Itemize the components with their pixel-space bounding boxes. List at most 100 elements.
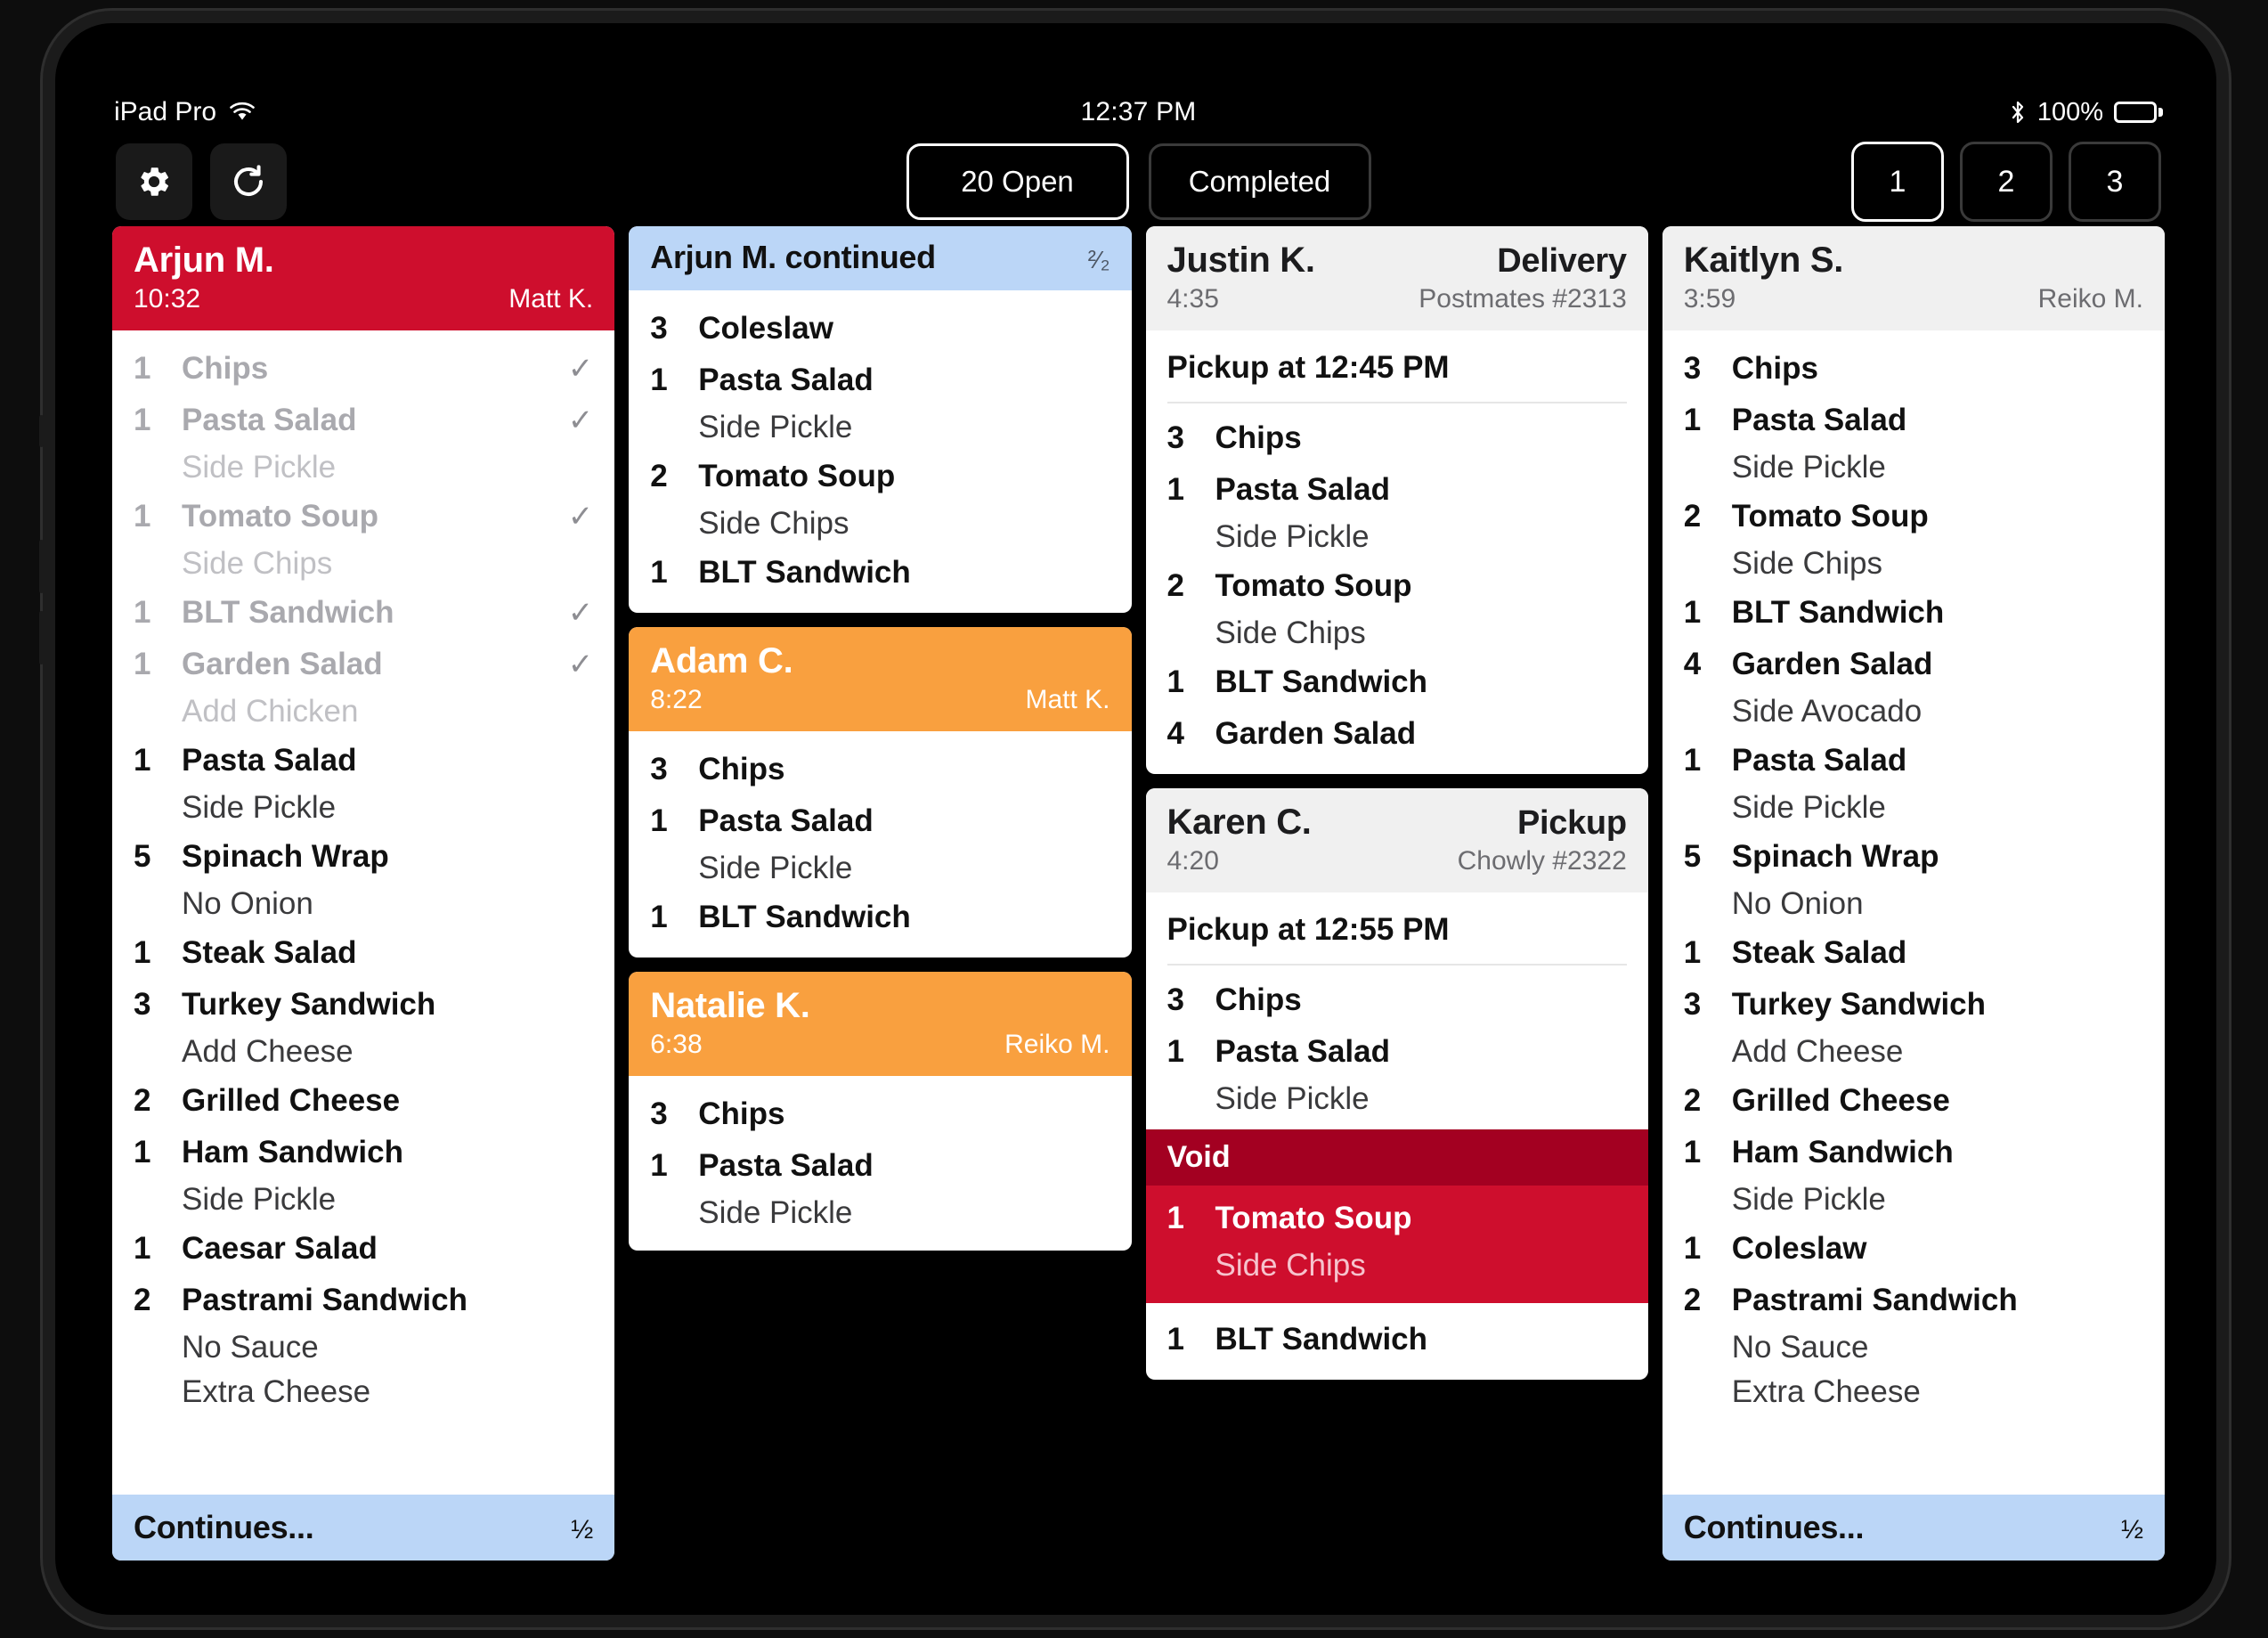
order-item-row[interactable]: 1 Pasta Salad — [1684, 735, 2143, 786]
item-modifier-row: Side Chips — [134, 542, 593, 587]
item-qty: 1 — [1683, 1135, 1702, 1169]
item-name: Caesar Salad — [182, 1231, 378, 1266]
order-item-row[interactable]: 1 Pasta Salad — [134, 735, 593, 786]
item-modifier-row: Extra Cheese — [1684, 1371, 2143, 1415]
modifier-name: No Sauce — [182, 1330, 319, 1365]
volume-down-button[interactable] — [39, 611, 44, 664]
check-icon: ✓ — [567, 403, 594, 437]
ticket-continues-footer[interactable]: Continues... ½ — [112, 1495, 615, 1561]
order-item-row[interactable]: 3 Chips — [1167, 974, 1627, 1026]
item-name: Pasta Salad — [698, 803, 874, 838]
order-item-row[interactable]: 1 Ham Sandwich — [1684, 1127, 2143, 1178]
order-type-badge: Pickup — [1516, 804, 1627, 842]
item-name: Spinach Wrap — [1731, 839, 1939, 874]
order-item-row[interactable]: 2 Grilled Cheese — [1684, 1075, 2143, 1127]
item-name: Tomato Soup — [698, 459, 896, 493]
order-item-row[interactable]: 1 Ham Sandwich — [134, 1127, 593, 1178]
check-icon: ✓ — [567, 352, 594, 386]
order-item-row[interactable]: 1 BLT Sandwich — [1684, 587, 2143, 639]
order-item-row[interactable]: 1 Caesar Salad — [134, 1223, 593, 1275]
ticket-items: Pickup at 12:45 PM 3 Chips 1 Pasta Salad S… — [1146, 330, 1648, 774]
ticket-items: 3 Chips 1 Pasta Salad Side Pickle 2 Tomato … — [1662, 330, 2165, 1495]
order-item-row[interactable]: 3 Chips — [1684, 343, 2143, 395]
order-ticket-natalie-k[interactable]: Natalie K. 6:38 Reiko M. 3 Chips 1 Pasta S… — [629, 972, 1132, 1251]
ticket-header: Arjun M. 10:32 Matt K. — [112, 226, 615, 330]
order-item-row[interactable]: 1 Chips ✓ — [134, 343, 593, 395]
modifier-name: Side Avocado — [1731, 694, 1923, 729]
item-name: Pastrami Sandwich — [1731, 1283, 2018, 1317]
order-item-row[interactable]: 2 Pastrami Sandwich — [1684, 1275, 2143, 1326]
order-item-row[interactable]: 1 Pasta Salad — [1167, 1026, 1627, 1078]
order-item-row[interactable]: 2 Tomato Soup — [650, 451, 1110, 502]
page-button-3[interactable]: 3 — [2069, 142, 2161, 222]
ticket-continues-footer[interactable]: Continues... ½ — [1662, 1495, 2165, 1561]
item-modifier-row: No Sauce — [134, 1326, 593, 1371]
order-item-row[interactable]: 4 Garden Salad — [1167, 708, 1627, 760]
order-item-row[interactable]: 1 BLT Sandwich — [1167, 1314, 1627, 1365]
item-qty: 3 — [134, 987, 151, 1022]
order-item-row[interactable]: 1 Coleslaw — [1684, 1223, 2143, 1275]
order-item-row[interactable]: 2 Tomato Soup — [1684, 491, 2143, 542]
check-icon: ✓ — [567, 500, 594, 534]
item-qty: 2 — [134, 1283, 151, 1317]
order-ticket-adam-c[interactable]: Adam C. 8:22 Matt K. 3 Chips 1 Pasta Salad… — [629, 627, 1132, 958]
tab-open-orders[interactable]: 20 Open — [906, 143, 1129, 220]
settings-button[interactable] — [116, 143, 192, 220]
order-item-row[interactable]: 3 Turkey Sandwich — [134, 979, 593, 1031]
order-item-row[interactable]: 1 Pasta Salad — [650, 1140, 1110, 1192]
order-item-row[interactable]: 1 Pasta Salad ✓ — [134, 395, 593, 446]
order-item-row[interactable]: 2 Grilled Cheese — [134, 1075, 593, 1127]
order-ticket-justin-k[interactable]: Justin K. Delivery 4:35 Postmates #2313 … — [1145, 226, 1648, 774]
elapsed-time: 4:35 — [1167, 284, 1219, 314]
item-name: Tomato Soup — [1731, 499, 1929, 534]
item-name: Turkey Sandwich — [1731, 987, 1987, 1022]
order-item-row[interactable]: 2 Tomato Soup — [1167, 560, 1627, 612]
refresh-button[interactable] — [210, 143, 287, 220]
order-item-row[interactable]: 3 Coleslaw — [650, 303, 1110, 354]
order-item-row[interactable]: 1 Garden Salad ✓ — [134, 639, 593, 690]
order-item-row[interactable]: 1 Pasta Salad — [1684, 395, 2143, 446]
order-item-row[interactable]: 3 Chips — [650, 744, 1110, 795]
order-item-row[interactable]: 1 BLT Sandwich — [650, 547, 1110, 599]
order-item-row[interactable]: 3 Chips — [650, 1088, 1110, 1140]
item-name: Chips — [1731, 351, 1818, 386]
order-item-row[interactable]: 5 Spinach Wrap — [134, 831, 593, 883]
order-item-row[interactable]: 1 Steak Salad — [134, 927, 593, 979]
page-button-2[interactable]: 2 — [1960, 142, 2053, 222]
item-modifier-row: Add Cheese — [1684, 1031, 2143, 1075]
order-item-row[interactable]: 1 Pasta Salad — [650, 795, 1110, 847]
page-button-1[interactable]: 1 — [1851, 142, 1944, 222]
item-name: Turkey Sandwich — [182, 987, 436, 1022]
modifier-name: Side Chips — [1731, 546, 1883, 581]
page-fraction: ²⁄₂ — [1087, 246, 1110, 273]
ticket-header: Kaitlyn S. 3:59 Reiko M. — [1662, 226, 2165, 330]
order-ticket-karen-c[interactable]: Karen C. Pickup 4:20 Chowly #2322 Pickup… — [1145, 788, 1648, 1380]
item-name: Ham Sandwich — [182, 1135, 403, 1169]
modifier-name: Add Chicken — [182, 694, 359, 729]
order-item-row[interactable]: 1 Pasta Salad — [650, 354, 1110, 406]
modifier-name: Side Chips — [698, 506, 849, 541]
order-item-row[interactable]: 3 Turkey Sandwich — [1684, 979, 2143, 1031]
order-item-row[interactable]: 3 Chips — [1167, 412, 1627, 464]
order-item-row[interactable]: 1 Steak Salad — [1684, 927, 2143, 979]
order-item-row[interactable]: 5 Spinach Wrap — [1684, 831, 2143, 883]
order-item-row[interactable]: 1 Pasta Salad — [1167, 464, 1627, 516]
order-ticket-kaitlyn-s[interactable]: Kaitlyn S. 3:59 Reiko M. 3 Chips 1 Pasta S… — [1662, 226, 2165, 1561]
order-item-row[interactable]: 1 BLT Sandwich — [650, 892, 1110, 943]
order-item-row[interactable]: 4 Garden Salad — [1684, 639, 2143, 690]
order-item-row[interactable]: 1 Tomato Soup ✓ — [134, 491, 593, 542]
order-ticket-arjun-m-continued[interactable]: Arjun M. continued ²⁄₂ 3 Coleslaw 1 Pasta … — [629, 226, 1132, 613]
app-toolbar: 20 Open Completed 1 2 3 — [94, 137, 2183, 226]
order-item-row[interactable]: 1 BLT Sandwich ✓ — [134, 587, 593, 639]
order-item-row[interactable]: 1 BLT Sandwich — [1167, 656, 1627, 708]
volume-up-button[interactable] — [39, 540, 44, 593]
order-ticket-arjun-m[interactable]: Arjun M. 10:32 Matt K. 1 Chips ✓ 1 Pasta Sa… — [112, 226, 615, 1561]
order-item-row[interactable]: 2 Pastrami Sandwich — [134, 1275, 593, 1326]
modifier-name: Extra Cheese — [182, 1374, 371, 1409]
item-qty: 1 — [1167, 472, 1184, 507]
order-item-row[interactable]: 1 Tomato Soup — [1167, 1193, 1627, 1244]
item-modifier-row: Side Pickle — [1167, 1078, 1627, 1122]
item-modifier-row: Side Pickle — [650, 1192, 1110, 1236]
tab-completed-orders[interactable]: Completed — [1148, 143, 1371, 220]
ticket-header: Justin K. Delivery 4:35 Postmates #2313 — [1145, 226, 1648, 330]
